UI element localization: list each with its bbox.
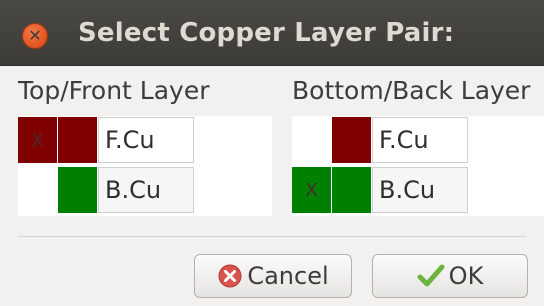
checkmark-icon bbox=[417, 263, 445, 289]
layer-name[interactable]: B.Cu bbox=[372, 167, 468, 213]
top-layer-label: Top/Front Layer bbox=[18, 76, 210, 105]
layer-color-swatch[interactable] bbox=[332, 117, 371, 163]
bottom-layer-label: Bottom/Back Layer bbox=[292, 76, 531, 105]
bottom-row-bcu[interactable]: X B.Cu bbox=[292, 166, 544, 216]
layer-name[interactable]: F.Cu bbox=[372, 117, 468, 163]
ok-label: OK bbox=[448, 262, 484, 290]
top-row-bcu[interactable]: B.Cu bbox=[18, 166, 272, 216]
top-row-fcu[interactable]: X F.Cu bbox=[18, 116, 272, 166]
cancel-button[interactable]: Cancel bbox=[194, 254, 352, 298]
top-layer-grid: X F.Cu B.Cu bbox=[18, 116, 272, 216]
divider bbox=[18, 236, 526, 237]
cancel-icon bbox=[217, 263, 243, 289]
close-icon[interactable]: ✕ bbox=[22, 23, 48, 49]
bottom-layer-grid: F.Cu X B.Cu bbox=[292, 116, 544, 216]
dialog-title: Select Copper Layer Pair: bbox=[78, 18, 455, 48]
layer-color-swatch[interactable] bbox=[58, 167, 97, 213]
bottom-row-fcu[interactable]: F.Cu bbox=[292, 116, 544, 166]
layer-name[interactable]: F.Cu bbox=[98, 117, 194, 163]
ok-button[interactable]: OK bbox=[372, 254, 528, 298]
cancel-label: Cancel bbox=[247, 262, 329, 290]
layer-pair-dialog: ✕ Select Copper Layer Pair: Top/Front La… bbox=[0, 0, 544, 306]
layer-color-swatch[interactable] bbox=[58, 117, 97, 163]
dialog-content: Top/Front Layer X F.Cu B.Cu Bottom/Back … bbox=[0, 66, 544, 306]
layer-name[interactable]: B.Cu bbox=[98, 167, 194, 213]
layer-color-swatch[interactable] bbox=[332, 167, 371, 213]
selection-marker[interactable] bbox=[18, 167, 57, 213]
selection-marker[interactable] bbox=[292, 117, 331, 163]
selection-marker[interactable]: X bbox=[292, 167, 331, 213]
selection-marker[interactable]: X bbox=[18, 117, 57, 163]
title-bar: ✕ Select Copper Layer Pair: bbox=[0, 0, 544, 66]
